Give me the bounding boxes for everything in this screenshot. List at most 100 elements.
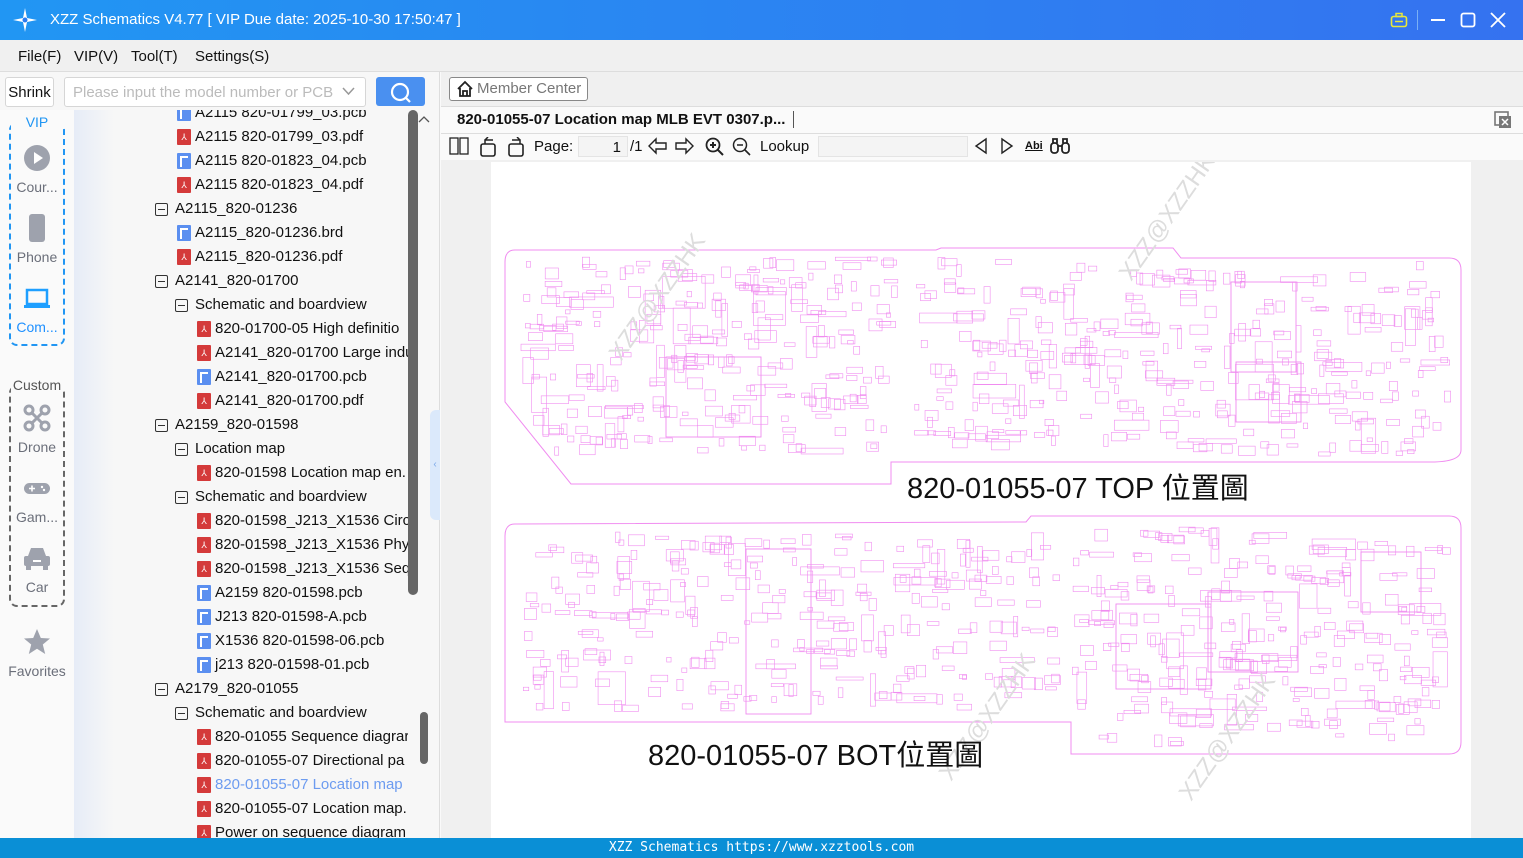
- document-tab-bar: 820-01055-07 Location map MLB EVT 0307.p…: [441, 106, 1523, 134]
- component-outline: [1161, 701, 1174, 714]
- tree-file[interactable]: ⅄ 820-01055-07 Location map: [74, 773, 408, 797]
- component-outline: [1047, 627, 1059, 637]
- vip-briefcase-icon[interactable]: [1386, 8, 1412, 32]
- component-outline: [575, 321, 582, 326]
- tree-item-label: A2115 820-01799_03.pdf: [195, 128, 364, 145]
- search-button[interactable]: [376, 77, 425, 106]
- document-tab[interactable]: 820-01055-07 Location map MLB EVT 0307.p…: [457, 111, 795, 128]
- component-outline: [1205, 280, 1214, 292]
- zoom-out-icon[interactable]: [732, 137, 752, 157]
- component-outline: [1407, 288, 1420, 296]
- collapse-icon[interactable]: [175, 491, 188, 504]
- tree-group[interactable]: Schematic and boardview: [74, 701, 408, 725]
- collapse-icon[interactable]: [155, 683, 168, 696]
- lookup-input[interactable]: [818, 136, 968, 157]
- tree-group[interactable]: Schematic and boardview: [74, 485, 408, 509]
- rail-item-game[interactable]: Gam...: [0, 474, 74, 525]
- menu-settings[interactable]: Settings(S): [195, 48, 269, 65]
- collapse-icon[interactable]: [155, 275, 168, 288]
- rail-item-drone[interactable]: Drone: [0, 404, 74, 455]
- tree-file[interactable]: ⅄ A2141_820-01700 Large indu: [74, 341, 408, 365]
- tree-group[interactable]: Location map: [74, 437, 408, 461]
- rotate-left-icon[interactable]: [479, 137, 499, 157]
- minimize-button[interactable]: [1425, 8, 1451, 32]
- zoom-in-icon[interactable]: [705, 137, 725, 157]
- component-outline: [730, 559, 742, 570]
- tree-group[interactable]: A2141_820-01700: [74, 269, 408, 293]
- component-outline: [1125, 292, 1134, 303]
- tree-file[interactable]: ⅄ 820-01598_J213_X1536 Sequ: [74, 557, 408, 581]
- tree-file[interactable]: A2141_820-01700.pcb: [74, 365, 408, 389]
- tree-file[interactable]: A2115 820-01799_03.pcb: [74, 110, 408, 125]
- component-outline: [1072, 585, 1089, 592]
- binoculars-icon[interactable]: [1050, 137, 1070, 155]
- member-center-button[interactable]: Member Center: [449, 77, 588, 101]
- search-input[interactable]: Please input the model number or PCB: [64, 77, 366, 107]
- tree-file[interactable]: ⅄ 820-01055 Sequence diagrar: [74, 725, 408, 749]
- home-icon: [457, 80, 473, 97]
- collapse-icon[interactable]: [175, 299, 188, 312]
- tree-file[interactable]: ⅄ 820-01055-07 Directional pa: [74, 749, 408, 773]
- rail-item-course[interactable]: Cour...: [0, 144, 74, 195]
- tree-file[interactable]: ⅄ A2115_820-01236.pdf: [74, 245, 408, 269]
- rotate-right-icon[interactable]: [506, 137, 526, 157]
- rail-item-favorites[interactable]: Favorites: [0, 628, 74, 679]
- maximize-button[interactable]: [1455, 8, 1481, 32]
- tree-group[interactable]: A2179_820-01055: [74, 677, 408, 701]
- tree-file[interactable]: X1536 820-01598-06.pcb: [74, 629, 408, 653]
- tree-file[interactable]: ⅄ A2141_820-01700.pdf: [74, 389, 408, 413]
- tree-file[interactable]: ⅄ 820-01598_J213_X1536 Physi: [74, 533, 408, 557]
- tree-file[interactable]: ⅄ A2115 820-01823_04.pdf: [74, 173, 408, 197]
- component-outline: [956, 703, 972, 711]
- collapse-panel-handle[interactable]: ‹: [430, 410, 440, 520]
- tree-file[interactable]: ⅄ 820-01598 Location map en.: [74, 461, 408, 485]
- component-outline: [1316, 349, 1329, 359]
- scroll-up-icon[interactable]: [418, 114, 430, 124]
- close-button[interactable]: [1485, 8, 1511, 32]
- component-outline: [548, 544, 557, 551]
- tree-file[interactable]: ⅄ 820-01700-05 High definitio: [74, 317, 408, 341]
- tree-file[interactable]: ⅄ Power on sequence diagram: [74, 821, 408, 838]
- close-all-tabs-icon[interactable]: [1494, 111, 1512, 129]
- find-next-icon[interactable]: [1000, 137, 1014, 155]
- collapse-icon[interactable]: [175, 707, 188, 720]
- rail-item-computer[interactable]: Com...: [0, 284, 74, 335]
- document-page[interactable]: XZZ@XZZHK XZZ@XZZHK XZZ@XZZHK XZZ@XZZHK 820…: [491, 148, 1471, 838]
- two-page-view-icon[interactable]: [449, 137, 469, 155]
- tree-group[interactable]: Schematic and boardview: [74, 293, 408, 317]
- tree-file[interactable]: ⅄ 820-01055-07 Location map.: [74, 797, 408, 821]
- menu-tool[interactable]: Tool(T): [131, 48, 178, 65]
- tree-file[interactable]: A2115_820-01236.brd: [74, 221, 408, 245]
- tree-file[interactable]: ⅄ 820-01598_J213_X1536 Circu: [74, 509, 408, 533]
- component-outline: [1072, 557, 1080, 567]
- tree-file[interactable]: A2159 820-01598.pcb: [74, 581, 408, 605]
- tree-group[interactable]: A2115_820-01236: [74, 197, 408, 221]
- page-number-input[interactable]: 1: [578, 136, 628, 157]
- component-outline: [749, 562, 758, 569]
- tree-group[interactable]: A2159_820-01598: [74, 413, 408, 437]
- tree-file[interactable]: j213 820-01598-01.pcb: [74, 653, 408, 677]
- laptop-icon: [24, 288, 50, 308]
- component-outline: [1215, 403, 1231, 417]
- rail-item-phone[interactable]: Phone: [0, 214, 74, 265]
- tree-scrollbar[interactable]: [408, 110, 418, 595]
- rail-item-car[interactable]: Car: [0, 544, 74, 595]
- previous-page-icon[interactable]: [648, 137, 668, 155]
- menu-vip[interactable]: VIP(V): [74, 48, 118, 65]
- find-previous-icon[interactable]: [974, 137, 988, 155]
- collapse-icon[interactable]: [175, 443, 188, 456]
- chevron-down-icon[interactable]: [342, 87, 355, 96]
- panel-scrollbar[interactable]: [420, 712, 428, 764]
- menu-file[interactable]: File(F): [18, 48, 61, 65]
- component-outline: [697, 302, 703, 309]
- tree-file[interactable]: ⅄ A2115 820-01799_03.pdf: [74, 125, 408, 149]
- next-page-icon[interactable]: [674, 137, 694, 155]
- match-case-button[interactable]: Abi: [1025, 140, 1043, 152]
- collapse-icon[interactable]: [155, 203, 168, 216]
- tree-file[interactable]: J213 820-01598-A.pcb: [74, 605, 408, 629]
- tree-file[interactable]: A2115 820-01823_04.pcb: [74, 149, 408, 173]
- component-outline: [619, 578, 631, 590]
- collapse-icon[interactable]: [155, 419, 168, 432]
- component-outline: [717, 632, 727, 643]
- shrink-button[interactable]: Shrink: [5, 77, 54, 107]
